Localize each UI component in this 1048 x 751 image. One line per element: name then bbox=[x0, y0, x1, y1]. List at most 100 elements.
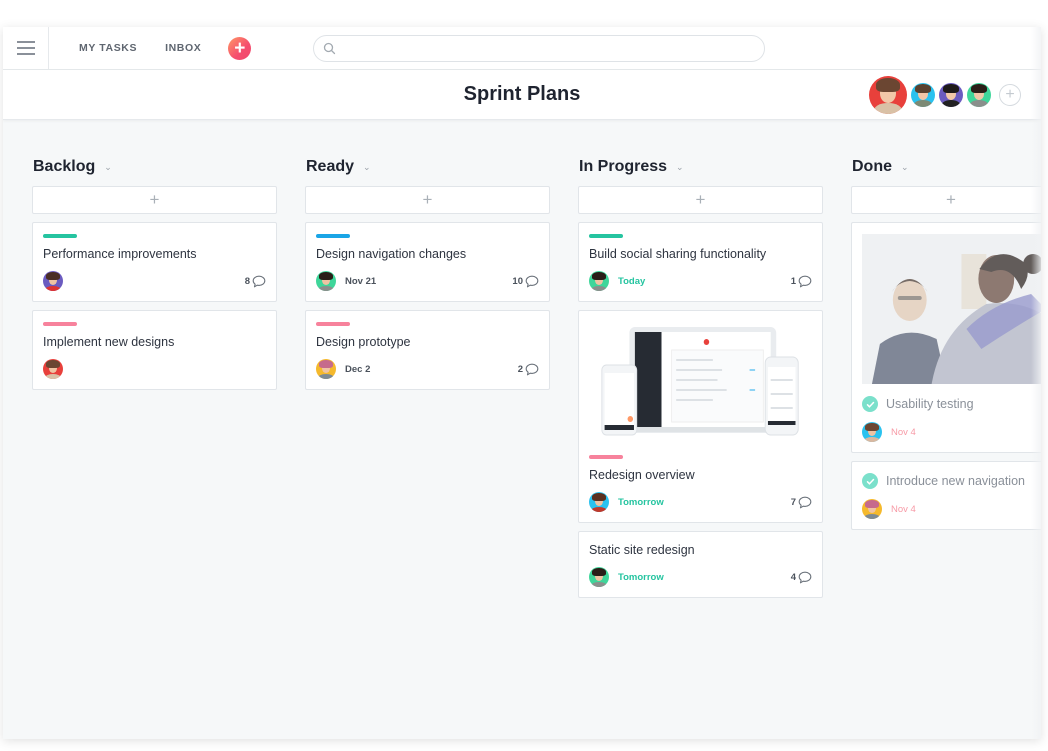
member-avatar[interactable] bbox=[911, 83, 935, 107]
assignee-avatar[interactable] bbox=[589, 567, 609, 587]
card-tag bbox=[316, 234, 350, 238]
chevron-down-icon[interactable]: ⌄ bbox=[901, 162, 909, 173]
comment-icon bbox=[798, 571, 812, 583]
card-tag bbox=[589, 455, 623, 459]
column-in-progress: In Progress ⌄ + Build social sharing functi… bbox=[578, 157, 823, 606]
card-footer: Nov 4 bbox=[862, 499, 1041, 519]
card-title: Performance improvements bbox=[43, 247, 197, 261]
comment-icon bbox=[252, 275, 266, 287]
plus-circle-icon: + bbox=[1005, 86, 1015, 103]
assignee-avatar[interactable] bbox=[589, 271, 609, 291]
comment-count-value: 10 bbox=[512, 275, 523, 287]
card-tag bbox=[589, 234, 623, 238]
task-card[interactable]: Implement new designs bbox=[32, 310, 277, 390]
card-footer: Tomorrow 7 bbox=[589, 492, 812, 512]
comment-count[interactable]: 2 bbox=[518, 363, 539, 376]
project-header: Sprint Plans + bbox=[3, 70, 1041, 120]
card-footer bbox=[43, 359, 266, 379]
comment-count-value: 8 bbox=[244, 275, 250, 287]
card-title-text: Introduce new navigation bbox=[886, 474, 1025, 488]
top-navigation-bar: MY TASKS INBOX + bbox=[3, 27, 1041, 70]
card-title: Static site redesign bbox=[589, 543, 695, 557]
assignee-avatar[interactable] bbox=[43, 271, 63, 291]
task-card[interactable]: Usability testing Nov 4 bbox=[851, 222, 1041, 453]
hamburger-menu-icon bbox=[16, 39, 35, 57]
due-date[interactable]: Nov 4 bbox=[891, 427, 916, 438]
assignee-avatar[interactable] bbox=[862, 422, 882, 442]
chevron-down-icon[interactable]: ⌄ bbox=[104, 162, 112, 173]
add-task-button[interactable]: + bbox=[32, 186, 277, 214]
assignee-avatar[interactable] bbox=[316, 359, 336, 379]
comment-icon bbox=[525, 275, 539, 287]
due-date[interactable]: Today bbox=[618, 276, 645, 287]
add-member-button[interactable]: + bbox=[999, 84, 1021, 106]
comment-count-value: 4 bbox=[790, 571, 796, 583]
comment-count[interactable]: 4 bbox=[791, 571, 812, 584]
member-avatar[interactable] bbox=[939, 83, 963, 107]
card-title: Build social sharing functionality bbox=[589, 247, 767, 261]
task-card[interactable]: Performance improvements 8 bbox=[32, 222, 277, 302]
column-title: In Progress bbox=[579, 158, 668, 175]
card-footer: 8 bbox=[43, 271, 266, 291]
card-title: Usability testing bbox=[862, 396, 1041, 412]
add-task-button[interactable]: + bbox=[851, 186, 1041, 214]
comment-icon bbox=[798, 275, 812, 287]
due-date[interactable]: Dec 2 bbox=[345, 364, 370, 375]
column-title: Done bbox=[852, 158, 892, 175]
comment-count[interactable]: 8 bbox=[245, 275, 266, 288]
column-backlog: Backlog ⌄ + Performance improvements 8 Implem… bbox=[32, 157, 277, 606]
card-footer: Nov 4 bbox=[862, 422, 1041, 442]
column-title: Ready bbox=[306, 158, 355, 175]
column-header: Ready ⌄ bbox=[305, 157, 550, 177]
nav-inbox[interactable]: INBOX bbox=[165, 42, 201, 54]
card-cover-image bbox=[589, 317, 812, 445]
task-card[interactable]: Build social sharing functionality Today 1 bbox=[578, 222, 823, 302]
nav-my-tasks[interactable]: MY TASKS bbox=[79, 42, 137, 54]
card-footer: Tomorrow 4 bbox=[589, 567, 812, 587]
search-input[interactable] bbox=[336, 35, 765, 61]
add-task-button[interactable]: + bbox=[578, 186, 823, 214]
plus-icon: + bbox=[149, 190, 160, 209]
column-header: Backlog ⌄ bbox=[32, 157, 277, 177]
column-title: Backlog bbox=[33, 158, 96, 175]
task-card[interactable]: Redesign overview Tomorrow 7 bbox=[578, 310, 823, 523]
due-date[interactable]: Tomorrow bbox=[618, 572, 664, 583]
due-date[interactable]: Nov 21 bbox=[345, 276, 376, 287]
card-footer: Dec 2 2 bbox=[316, 359, 539, 379]
column-done: Done ⌄ + Usability testing Nov 4 Introduce ne… bbox=[851, 157, 1041, 606]
search-bar[interactable] bbox=[313, 34, 766, 62]
member-avatar[interactable] bbox=[869, 76, 907, 114]
app-window: MY TASKS INBOX + Sprint Plans + Backlog ⌄… bbox=[3, 27, 1041, 739]
comment-count[interactable]: 7 bbox=[791, 496, 812, 509]
column-ready: Ready ⌄ + Design navigation changes Nov 21 10… bbox=[305, 157, 550, 606]
comment-icon bbox=[798, 496, 812, 508]
assignee-avatar[interactable] bbox=[43, 359, 63, 379]
hamburger-menu-button[interactable] bbox=[3, 27, 49, 70]
due-date[interactable]: Nov 4 bbox=[891, 504, 916, 515]
card-cover-photo bbox=[862, 234, 1041, 384]
task-card[interactable]: Static site redesign Tomorrow 4 bbox=[578, 531, 823, 598]
member-avatar[interactable] bbox=[967, 83, 991, 107]
card-title: Redesign overview bbox=[589, 468, 695, 482]
completed-check-icon[interactable] bbox=[862, 473, 878, 489]
assignee-avatar[interactable] bbox=[589, 492, 609, 512]
quick-add-button[interactable]: + bbox=[228, 36, 252, 60]
completed-check-icon[interactable] bbox=[862, 396, 878, 412]
comment-count[interactable]: 1 bbox=[791, 275, 812, 288]
plus-icon: + bbox=[946, 190, 956, 209]
task-card[interactable]: Design prototype Dec 2 2 bbox=[305, 310, 550, 390]
kanban-board: Backlog ⌄ + Performance improvements 8 Implem… bbox=[32, 157, 1041, 606]
card-title: Implement new designs bbox=[43, 335, 175, 349]
chevron-down-icon[interactable]: ⌄ bbox=[363, 162, 371, 173]
task-card[interactable]: Introduce new navigation Nov 4 bbox=[851, 461, 1041, 530]
plus-icon: + bbox=[695, 190, 706, 209]
add-task-button[interactable]: + bbox=[305, 186, 550, 214]
card-tag bbox=[316, 322, 350, 326]
assignee-avatar[interactable] bbox=[862, 499, 882, 519]
chevron-down-icon[interactable]: ⌄ bbox=[676, 162, 684, 173]
column-header: Done ⌄ bbox=[851, 157, 1041, 177]
task-card[interactable]: Design navigation changes Nov 21 10 bbox=[305, 222, 550, 302]
comment-count[interactable]: 10 bbox=[512, 275, 539, 288]
due-date[interactable]: Tomorrow bbox=[618, 497, 664, 508]
assignee-avatar[interactable] bbox=[316, 271, 336, 291]
